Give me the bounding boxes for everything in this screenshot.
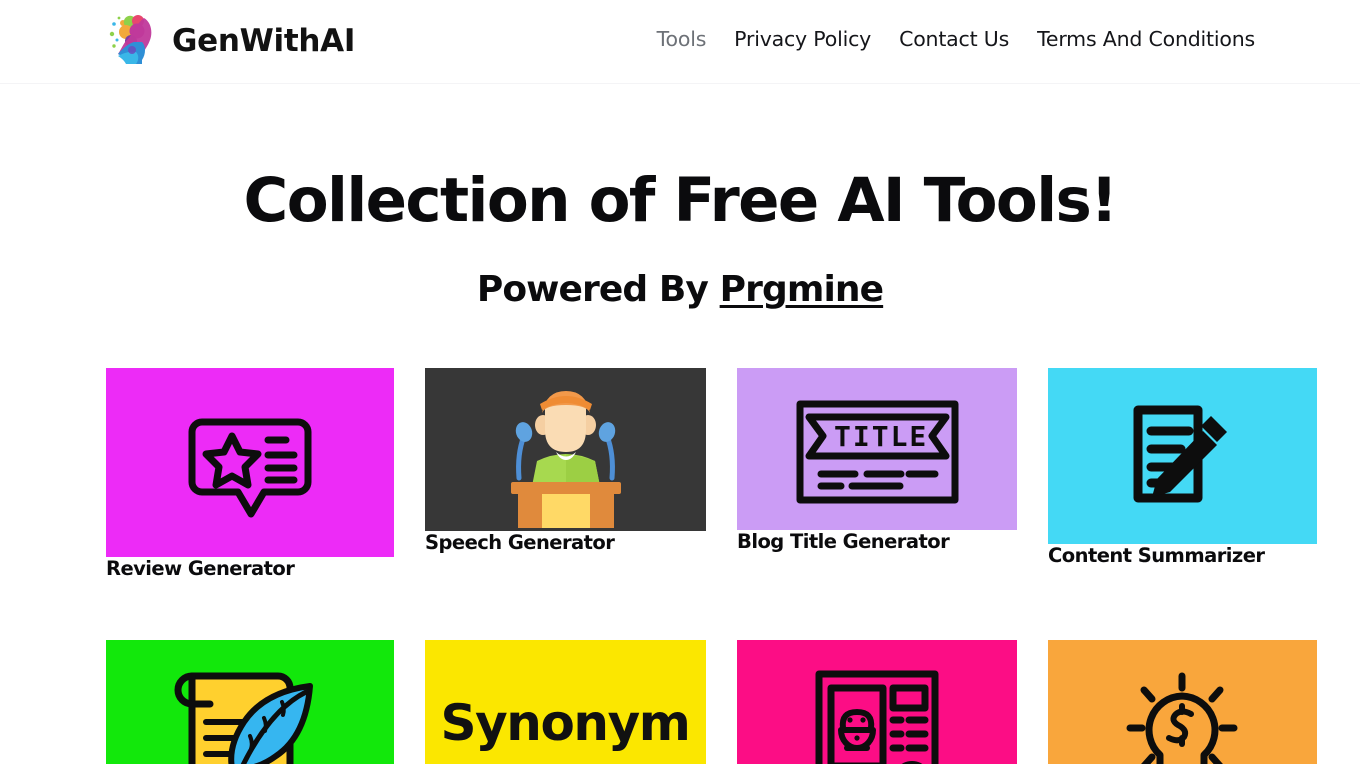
brand-logo-link[interactable]: GenWithAI <box>106 12 355 70</box>
hero-subtitle-prefix: Powered By <box>476 269 720 311</box>
prgmine-link[interactable]: Prgmine <box>720 269 884 310</box>
recipe-card-bowl-icon <box>737 640 1017 764</box>
tool-card-business-idea-generator[interactable] <box>1048 640 1317 764</box>
hero-section: Collection of Free AI Tools! Powered By … <box>0 84 1360 310</box>
nav-item-contact-us[interactable]: Contact Us <box>899 27 1009 52</box>
nav-item-tools[interactable]: Tools <box>657 27 707 52</box>
page-title: Collection of Free AI Tools! <box>243 165 1118 236</box>
title-banner-icon: TITLE <box>737 367 1017 530</box>
nav-item-privacy-policy[interactable]: Privacy Policy <box>734 27 871 52</box>
tool-card-review-generator[interactable]: Review Generator <box>106 367 394 580</box>
scroll-feather-quill-icon <box>106 640 394 764</box>
synonym-word-text: Synonym <box>440 694 689 752</box>
tool-label: Speech Generator <box>425 530 615 554</box>
hero-subtitle: Powered By Prgmine <box>0 270 1360 310</box>
speaker-at-podium-icon <box>425 367 706 531</box>
lightbulb-dollar-idea-icon <box>1048 640 1317 764</box>
tool-card-blog-title-generator[interactable]: TITLE Blog Title Generator <box>737 367 1017 553</box>
site-header: GenWithAI Tools Privacy Policy Contact U… <box>0 0 1360 84</box>
svg-text:TITLE: TITLE <box>834 420 928 453</box>
tool-label: Content Summarizer <box>1048 543 1265 567</box>
document-pencil-icon <box>1048 367 1317 544</box>
nav-item-terms-and-conditions[interactable]: Terms And Conditions <box>1037 27 1255 52</box>
brand-name: GenWithAI <box>172 22 356 59</box>
tool-card-recipe-generator[interactable] <box>737 640 1017 764</box>
tool-card-essay-writer[interactable] <box>106 640 394 764</box>
tool-card-speech-generator[interactable]: Speech Generator <box>425 367 706 554</box>
review-speech-bubble-star-icon <box>106 367 394 557</box>
tools-grid: Review Generator Speech Generator TITLE … <box>106 367 1317 764</box>
brain-bubbles-logo-icon <box>106 12 158 70</box>
tool-label: Blog Title Generator <box>737 529 950 553</box>
tool-card-synonym[interactable]: Synonym <box>425 640 706 764</box>
tool-label: Review Generator <box>106 556 295 580</box>
main-nav: Tools Privacy Policy Contact Us Terms An… <box>657 27 1256 52</box>
tool-card-content-summarizer[interactable]: Content Summarizer <box>1048 367 1317 567</box>
synonym-word-icon: Synonym <box>425 640 706 764</box>
